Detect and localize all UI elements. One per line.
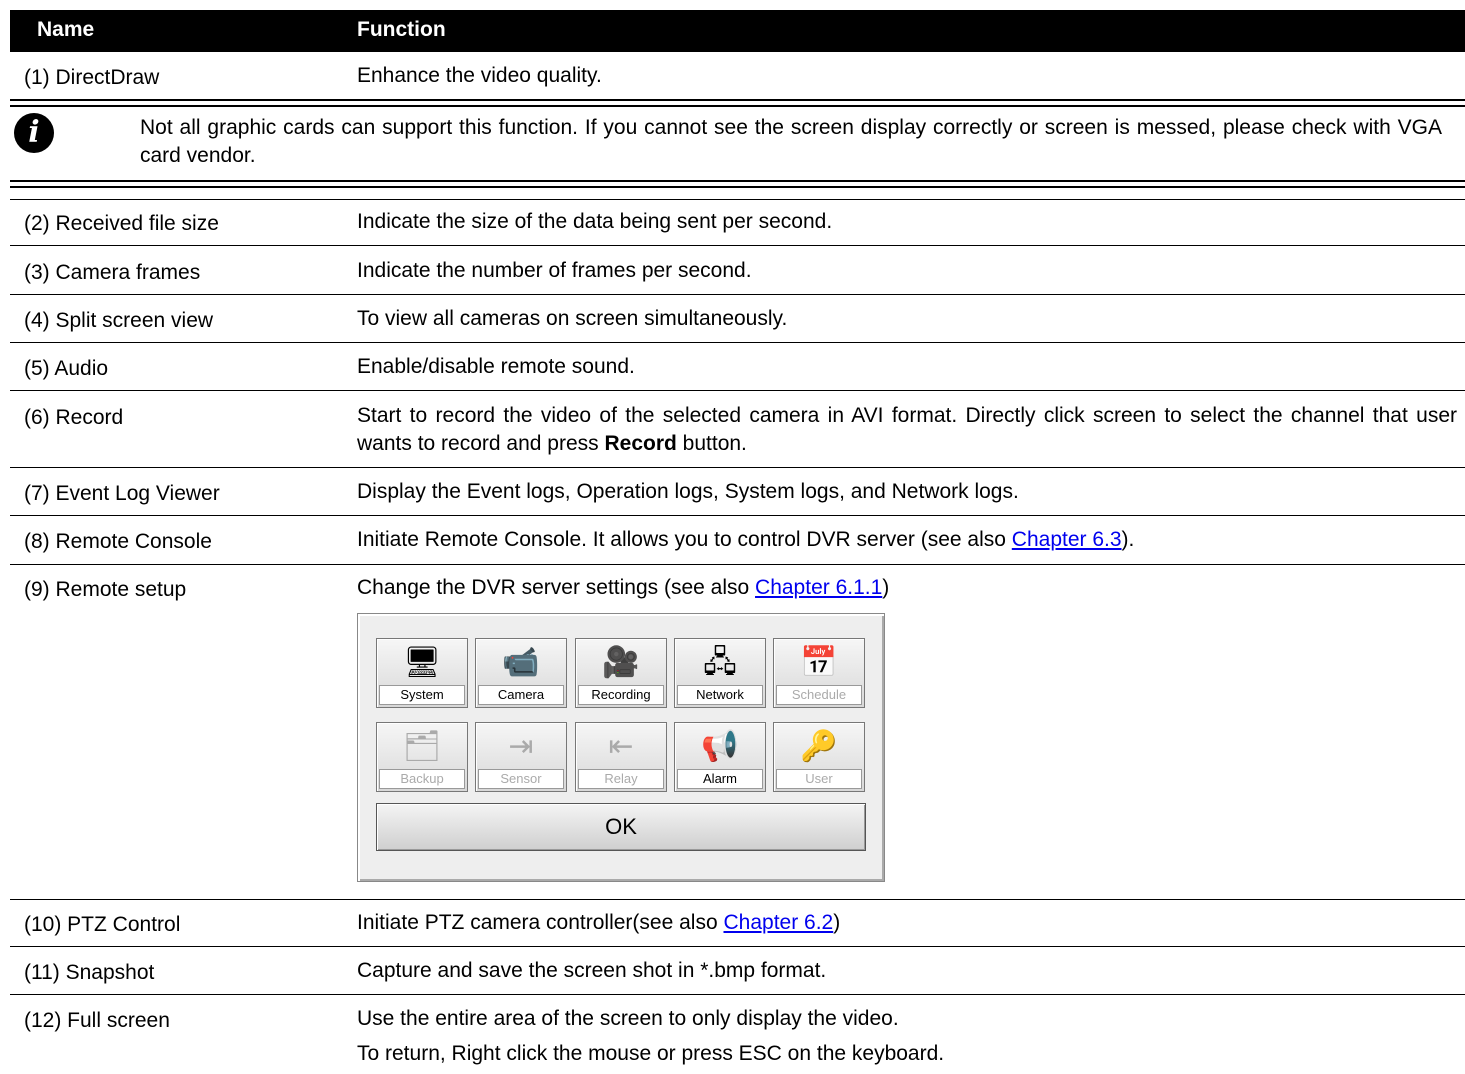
row-function-continued: To return, Right click the mouse or pres… xyxy=(357,1042,945,1065)
row-function: Capture and save the screen shot in *.bm… xyxy=(357,959,827,982)
sensor-icon: ⇥ xyxy=(508,730,534,763)
header-function: Function xyxy=(357,18,446,41)
key-icon: 🔑 xyxy=(800,730,838,763)
row-function: Display the Event logs, Operation logs, … xyxy=(357,480,1019,503)
info-icon: i xyxy=(14,113,54,153)
divider xyxy=(10,564,1465,565)
network-button[interactable]: 🖧 Network xyxy=(674,638,766,708)
row-function: Indicate the size of the data being sent… xyxy=(357,210,833,233)
row-name: (5) Audio xyxy=(24,357,109,380)
note-text: Not all graphic cards can support this f… xyxy=(140,116,1442,167)
backup-button[interactable]: 🗂 Backup xyxy=(376,722,468,792)
row-name: (1) DirectDraw xyxy=(24,66,160,89)
record-bold: Record xyxy=(604,432,677,455)
backup-icon: 🗂 xyxy=(402,730,442,763)
divider xyxy=(10,342,1465,343)
chapter-6-1-1-link[interactable]: Chapter 6.1.1 xyxy=(755,576,882,599)
user-button[interactable]: 🔑 User xyxy=(773,722,865,792)
ok-button[interactable]: OK xyxy=(376,803,866,851)
row-name: (8) Remote Console xyxy=(24,530,212,553)
movie-camera-icon: 🎥 xyxy=(602,646,640,679)
divider xyxy=(10,199,1465,200)
row-name: (4) Split screen view xyxy=(24,309,214,332)
remote-setup-dialog: 🖥 System 📹 Camera 🎥 Recording 🖧 Network … xyxy=(357,613,885,882)
schedule-button[interactable]: 📅 Schedule xyxy=(773,638,865,708)
divider xyxy=(10,390,1465,391)
calendar-icon: 📅 xyxy=(800,646,838,679)
row-name: (3) Camera frames xyxy=(24,261,201,284)
computer-icon: 🖥 xyxy=(402,646,442,679)
relay-button[interactable]: ⇤ Relay xyxy=(575,722,667,792)
divider xyxy=(10,294,1465,295)
sensor-button[interactable]: ⇥ Sensor xyxy=(475,722,567,792)
system-button[interactable]: 🖥 System xyxy=(376,638,468,708)
row-function: To view all cameras on screen simultaneo… xyxy=(357,307,788,330)
row-name: (2) Received file size xyxy=(24,212,219,235)
chapter-6-2-link[interactable]: Chapter 6.2 xyxy=(723,911,833,934)
row-function: Use the entire area of the screen to onl… xyxy=(357,1007,899,1030)
row-function: Enable/disable remote sound. xyxy=(357,355,635,378)
divider xyxy=(10,515,1465,516)
row-function: Indicate the number of frames per second… xyxy=(357,259,752,282)
row-function: Enhance the video quality. xyxy=(357,64,602,87)
row-function: Initiate PTZ camera controller(see also … xyxy=(357,911,841,934)
network-icon: 🖧 xyxy=(703,646,737,679)
camera-button[interactable]: 📹 Camera xyxy=(475,638,567,708)
divider xyxy=(10,899,1465,900)
row-name: (11) Snapshot xyxy=(24,961,155,984)
divider xyxy=(10,245,1465,246)
row-name: (6) Record xyxy=(24,406,124,429)
table-header: Name Function xyxy=(10,10,1465,52)
row-name: (9) Remote setup xyxy=(24,578,187,601)
recording-button[interactable]: 🎥 Recording xyxy=(575,638,667,708)
divider xyxy=(10,99,1465,107)
alarm-icon: 📢 xyxy=(701,730,739,763)
divider xyxy=(10,946,1465,947)
relay-icon: ⇤ xyxy=(608,730,634,763)
row-function: Start to record the video of the selecte… xyxy=(357,404,1457,455)
row-name: (7) Event Log Viewer xyxy=(24,482,220,505)
row-name: (10) PTZ Control xyxy=(24,913,181,936)
alarm-button[interactable]: 📢 Alarm xyxy=(674,722,766,792)
row-function: Change the DVR server settings (see also… xyxy=(357,576,890,599)
header-name: Name xyxy=(37,18,95,41)
divider xyxy=(10,467,1465,468)
camera-icon: 📹 xyxy=(502,646,540,679)
chapter-6-3-link[interactable]: Chapter 6.3 xyxy=(1012,528,1122,551)
row-name: (12) Full screen xyxy=(24,1009,170,1032)
divider xyxy=(10,994,1465,995)
divider xyxy=(10,180,1465,188)
row-function: Initiate Remote Console. It allows you t… xyxy=(357,528,1135,551)
